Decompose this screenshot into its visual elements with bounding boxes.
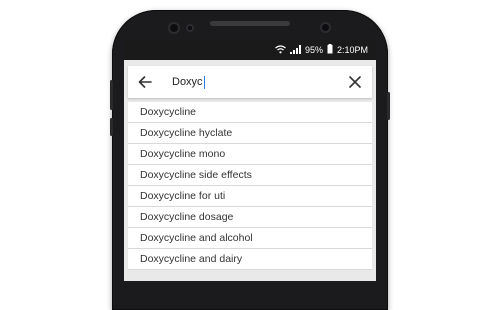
suggestion-item[interactable]: Doxycycline mono bbox=[128, 144, 372, 165]
suggestion-item[interactable]: Doxycycline side effects bbox=[128, 165, 372, 186]
suggestion-item[interactable]: Doxycycline bbox=[128, 102, 372, 123]
proximity-sensor-icon bbox=[320, 22, 331, 33]
suggestion-item[interactable]: Doxycycline and dairy bbox=[128, 249, 372, 270]
suggestion-item[interactable]: Doxycycline for uti bbox=[128, 186, 372, 207]
wifi-icon bbox=[275, 44, 286, 56]
suggestion-item[interactable]: Doxycycline and alcohol bbox=[128, 228, 372, 249]
close-icon[interactable] bbox=[338, 66, 372, 98]
search-input[interactable]: Doxyc bbox=[162, 75, 338, 89]
volume-button bbox=[110, 80, 113, 110]
status-bar: 95% 2:10PM bbox=[124, 40, 376, 60]
front-camera-icon bbox=[168, 22, 180, 34]
suggestion-list: Doxycycline Doxycycline hyclate Doxycycl… bbox=[128, 102, 372, 270]
bixby-button bbox=[110, 118, 113, 136]
phone-screen: 95% 2:10PM Doxyc Doxycycline Doxycycline… bbox=[124, 40, 376, 281]
sensor-icon bbox=[186, 24, 194, 32]
earpiece-speaker bbox=[210, 21, 290, 26]
suggestion-item[interactable]: Doxycycline dosage bbox=[128, 207, 372, 228]
suggestion-item[interactable]: Doxycycline hyclate bbox=[128, 123, 372, 144]
text-cursor bbox=[203, 75, 205, 89]
battery-percent: 95% bbox=[304, 45, 323, 55]
search-bar: Doxyc bbox=[128, 66, 372, 98]
signal-icon bbox=[289, 44, 301, 56]
power-button bbox=[387, 92, 390, 120]
battery-icon bbox=[327, 44, 333, 56]
clock: 2:10PM bbox=[336, 45, 368, 55]
back-arrow-icon[interactable] bbox=[128, 66, 162, 98]
search-query-text: Doxyc bbox=[172, 76, 203, 88]
